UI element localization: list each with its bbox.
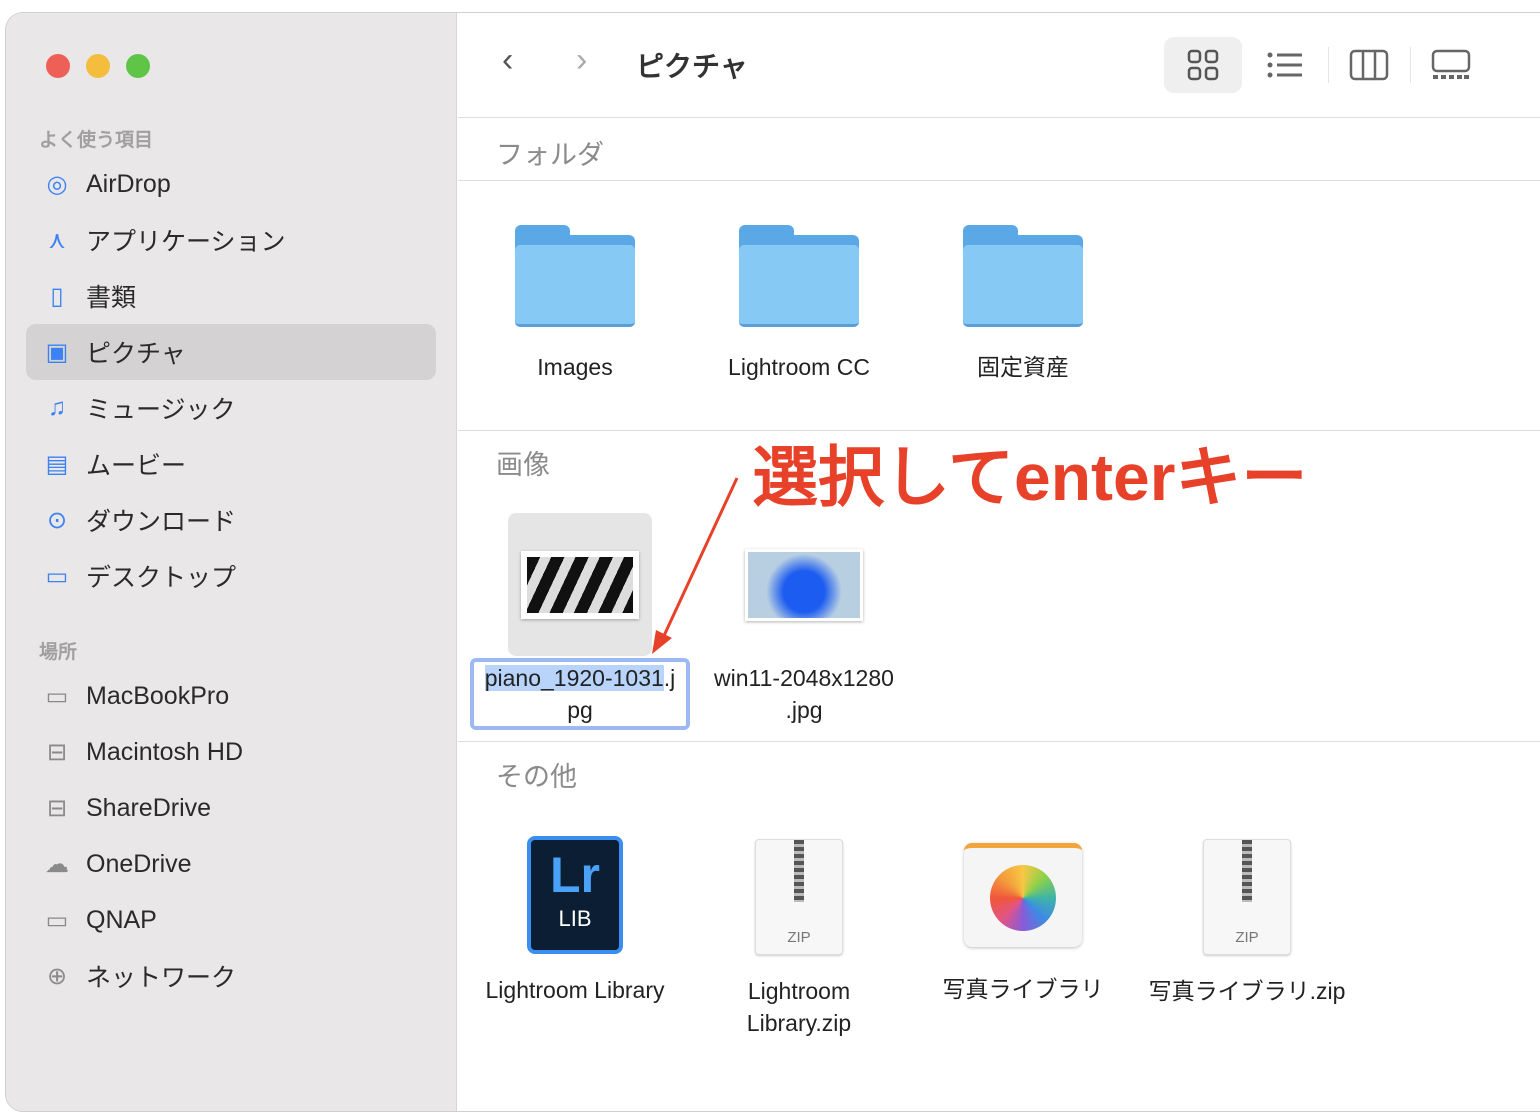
annotation-text: 選択してenterキー [752,440,1308,514]
annotation-arrow [652,477,739,654]
